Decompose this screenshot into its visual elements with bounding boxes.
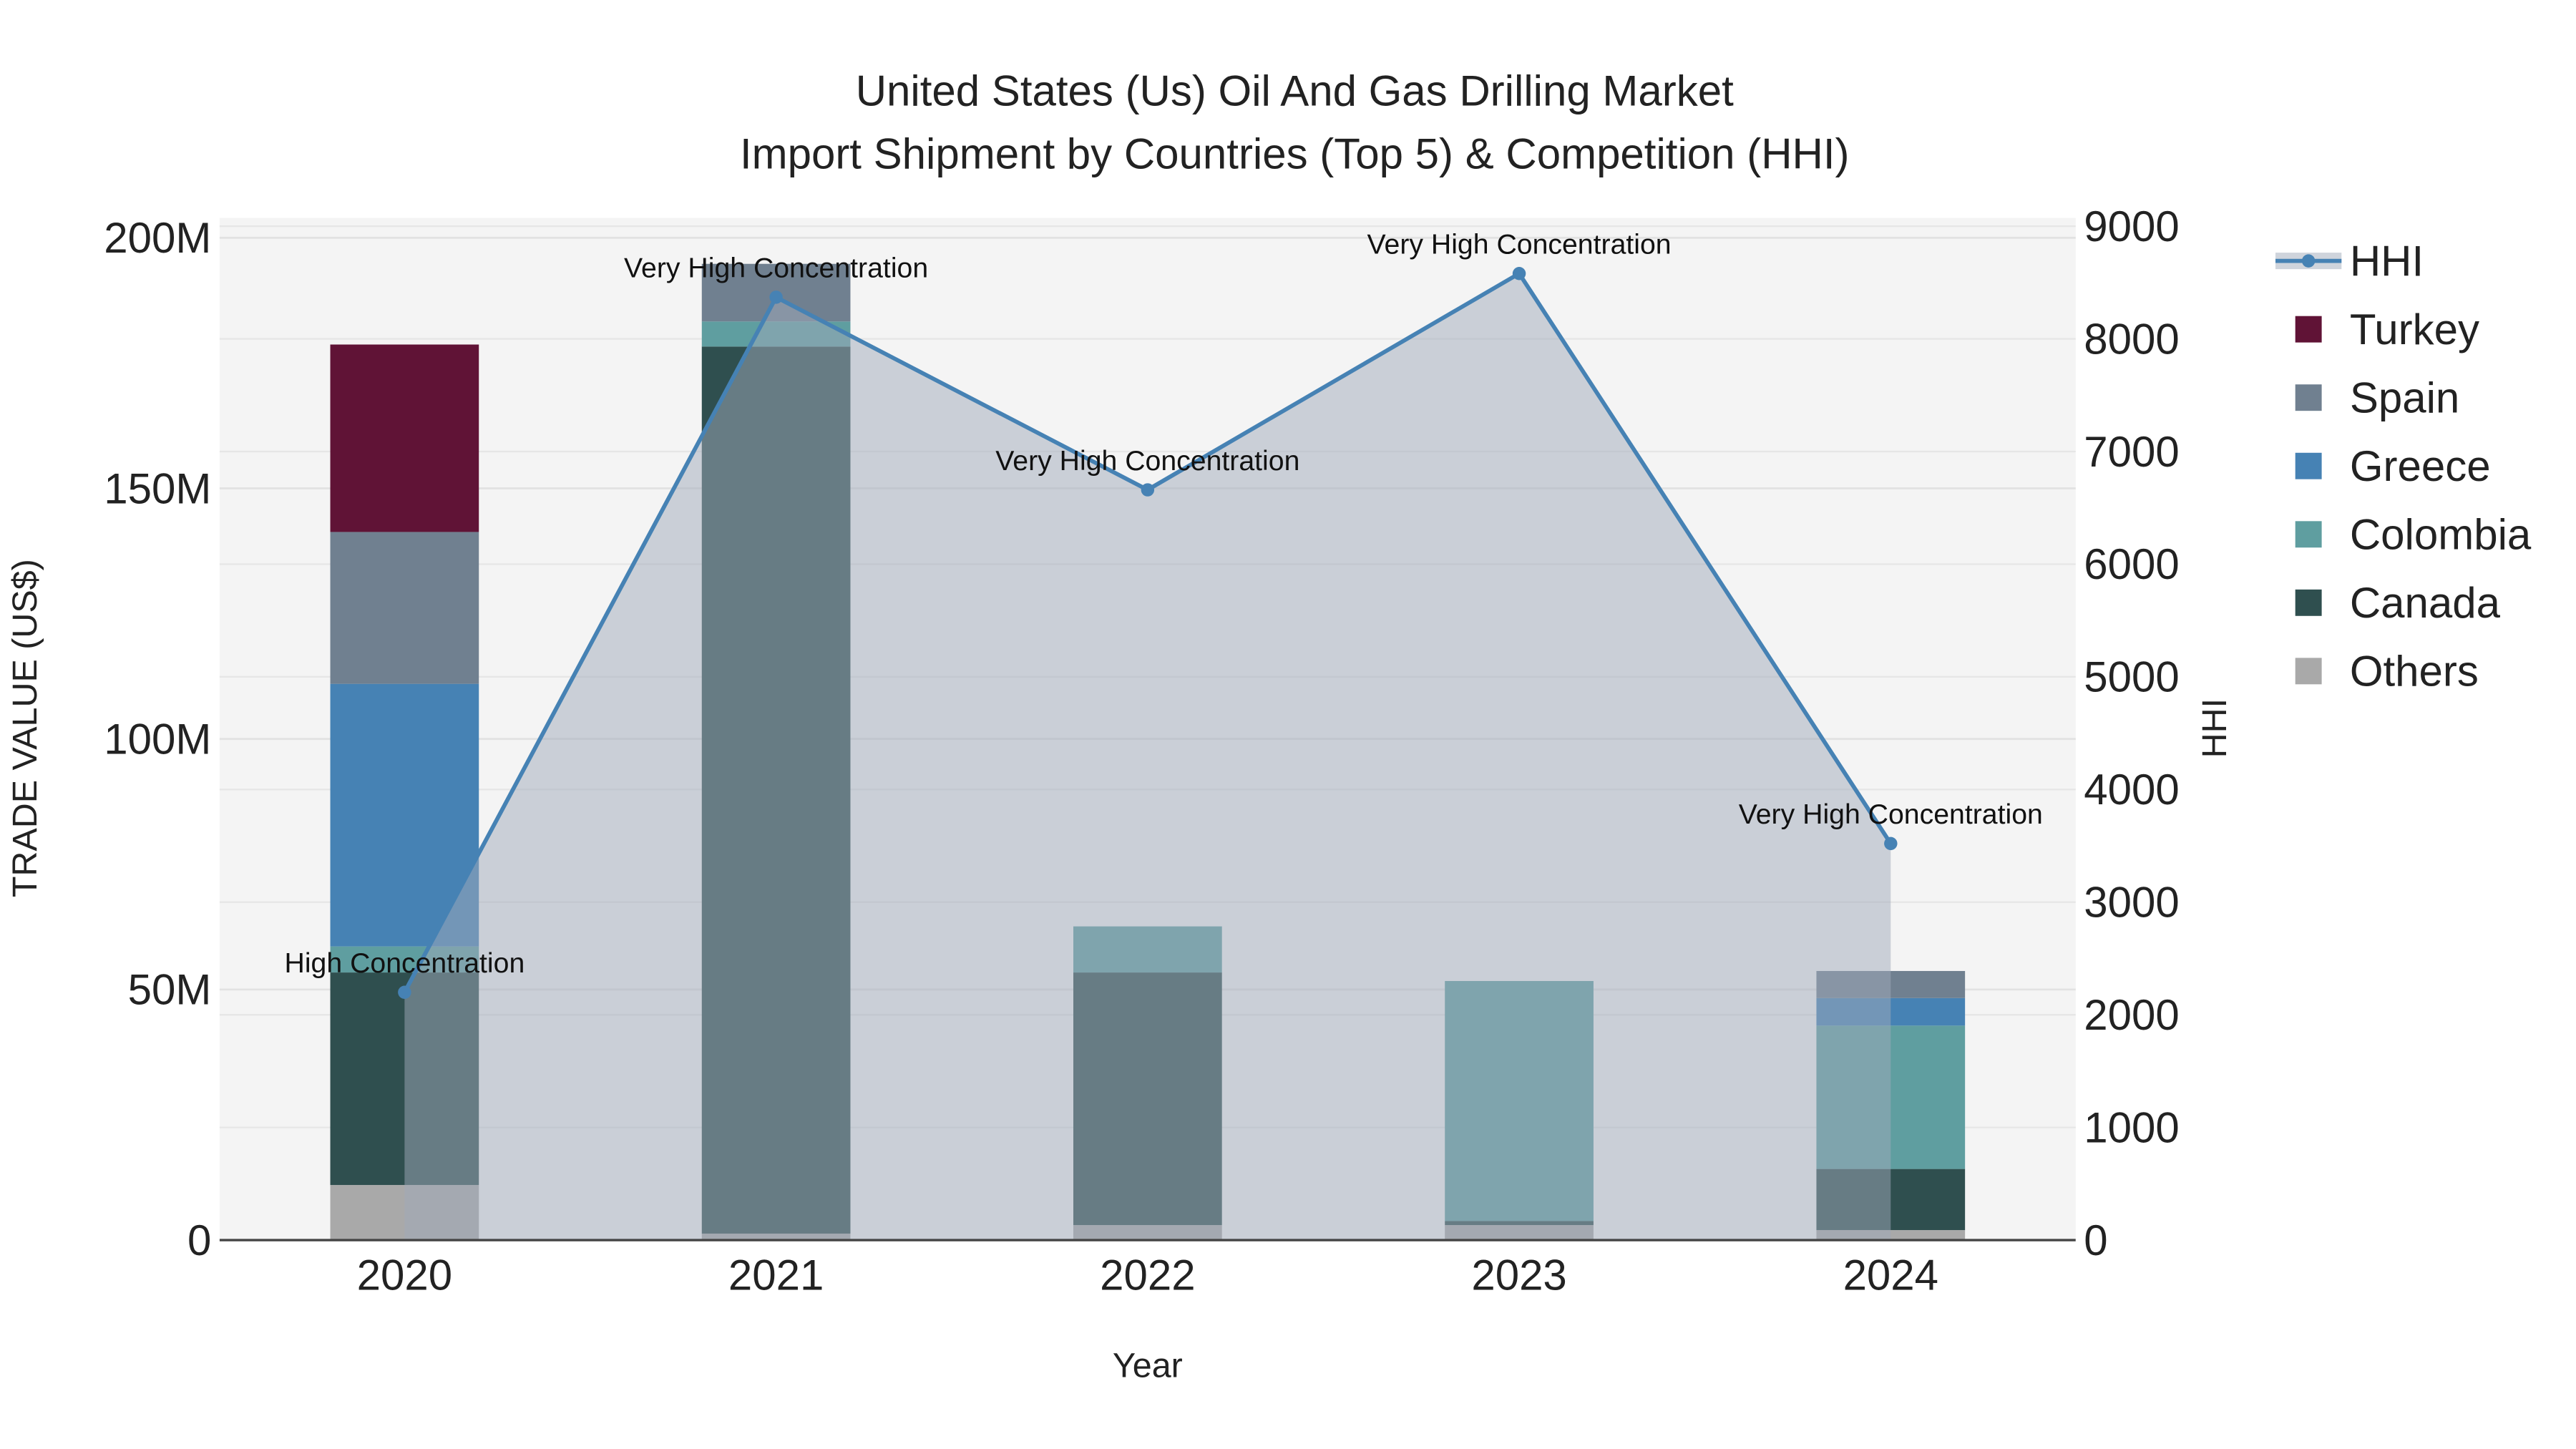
x-tick-label: 2021 bbox=[728, 1251, 824, 1299]
legend-swatch-canada bbox=[2295, 589, 2322, 616]
hhi-point-2023 bbox=[1512, 267, 1526, 280]
legend-swatch-greece bbox=[2295, 452, 2322, 479]
y2-tick-label: 5000 bbox=[2084, 653, 2179, 701]
bar-turkey-2020 bbox=[330, 344, 479, 532]
y-tick-label: 200M bbox=[104, 214, 211, 262]
legend-label-spain: Spain bbox=[2350, 374, 2459, 421]
y2-tick-label: 7000 bbox=[2084, 428, 2179, 476]
legend-swatch-others bbox=[2295, 658, 2322, 685]
x-tick-label: 2024 bbox=[1843, 1251, 1938, 1299]
y-tick-label: 150M bbox=[104, 464, 211, 512]
hhi-annotation-2023: Very High Concentration bbox=[1367, 229, 1672, 260]
bar-spain-2020 bbox=[330, 532, 479, 684]
y-tick-label: 50M bbox=[128, 966, 212, 1014]
y2-tick-label: 4000 bbox=[2084, 766, 2179, 814]
x-tick-label: 2020 bbox=[357, 1251, 452, 1299]
hhi-annotation-2021: Very High Concentration bbox=[624, 253, 928, 284]
hhi-point-2024 bbox=[1884, 836, 1898, 851]
y2-tick-label: 8000 bbox=[2084, 315, 2179, 363]
y2-tick-label: 9000 bbox=[2084, 203, 2179, 250]
y-axis-title: TRADE VALUE (US$) bbox=[6, 559, 44, 897]
chart-title-line2: Import Shipment by Countries (Top 5) & C… bbox=[740, 130, 1850, 177]
legend-label-turkey: Turkey bbox=[2350, 306, 2479, 353]
y2-tick-label: 2000 bbox=[2084, 991, 2179, 1039]
legend-label-greece: Greece bbox=[2350, 442, 2491, 490]
legend-swatch-spain bbox=[2295, 384, 2322, 411]
hhi-point-2020 bbox=[398, 985, 411, 999]
legend-label-hhi: HHI bbox=[2350, 237, 2424, 285]
y2-tick-label: 0 bbox=[2084, 1216, 2107, 1264]
hhi-point-2022 bbox=[1141, 483, 1155, 497]
y2-axis-title: HHI bbox=[2195, 698, 2234, 758]
legend-label-others: Others bbox=[2350, 648, 2479, 696]
y2-tick-label: 1000 bbox=[2084, 1103, 2179, 1151]
x-axis-title: Year bbox=[1113, 1347, 1183, 1385]
legend-label-colombia: Colombia bbox=[2350, 511, 2532, 559]
hhi-annotation-2024: Very High Concentration bbox=[1739, 799, 2043, 830]
legend-swatch-colombia bbox=[2295, 521, 2322, 548]
chart-title-line1: United States (Us) Oil And Gas Drilling … bbox=[856, 67, 1734, 115]
x-tick-label: 2022 bbox=[1100, 1251, 1195, 1299]
x-tick-label: 2023 bbox=[1471, 1251, 1566, 1299]
legend-label-canada: Canada bbox=[2350, 579, 2501, 627]
hhi-annotation-2020: High Concentration bbox=[285, 947, 525, 979]
chart: High Concentration Very High Concentratio… bbox=[0, 0, 2576, 1449]
legend-swatch-hhi-marker bbox=[2301, 254, 2316, 268]
hhi-annotation-2022: Very High Concentration bbox=[995, 445, 1299, 477]
y2-tick-label: 6000 bbox=[2084, 540, 2179, 588]
legend-swatch-turkey bbox=[2295, 316, 2322, 343]
y-tick-label: 0 bbox=[187, 1216, 211, 1264]
y2-tick-label: 3000 bbox=[2084, 879, 2179, 927]
y-tick-label: 100M bbox=[104, 715, 211, 763]
hhi-point-2021 bbox=[769, 291, 783, 304]
